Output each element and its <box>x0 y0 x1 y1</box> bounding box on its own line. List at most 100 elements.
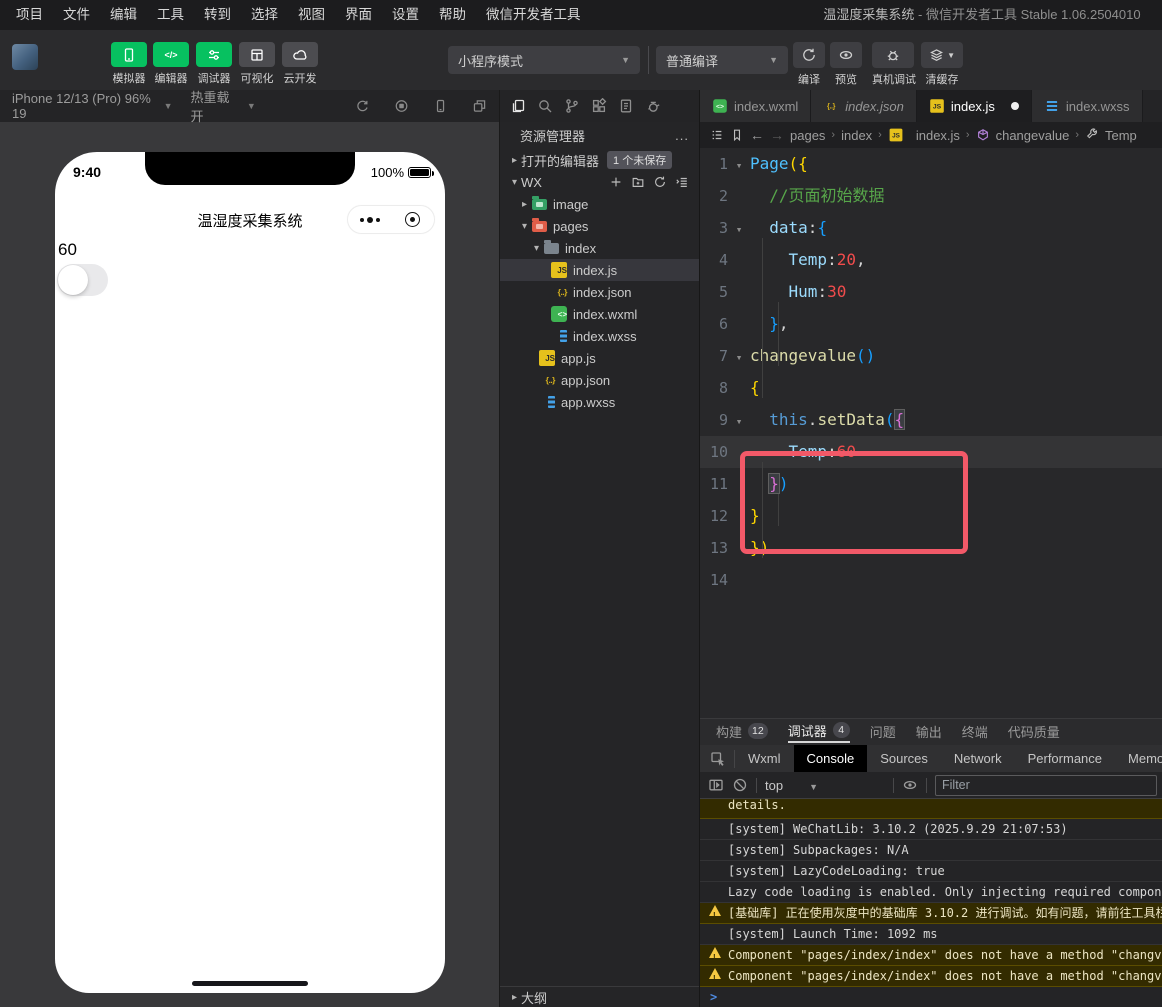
menu-item[interactable]: 界面 <box>335 0 382 30</box>
menu-item[interactable]: 设置 <box>382 0 429 30</box>
fold-chevron-icon[interactable]: ▾ <box>728 342 750 374</box>
menu-item[interactable]: 视图 <box>288 0 335 30</box>
code-line[interactable]: 1▾Page({ <box>700 148 1162 180</box>
console-row[interactable]: Component "pages/index/index" does not h… <box>700 945 1162 966</box>
toggle-switch[interactable] <box>57 264 108 296</box>
tree-item[interactable]: app.json <box>500 369 699 391</box>
code-line[interactable]: 2 //页面初始数据 <box>700 180 1162 212</box>
panel-tab[interactable]: 构建 12 <box>716 719 768 743</box>
panel-tab[interactable]: 输出 <box>916 719 942 743</box>
record-icon[interactable] <box>394 98 409 114</box>
new-folder-icon[interactable] <box>631 175 645 189</box>
console-row[interactable]: Component "pages/index/index" does not h… <box>700 966 1162 987</box>
editor-toggle-button[interactable]: </> 编辑器 <box>152 42 190 86</box>
breadcrumb-file[interactable]: index.js <box>916 128 960 143</box>
compile-button[interactable]: 编译 <box>793 42 825 87</box>
device-select[interactable]: iPhone 12/13 (Pro) 96% 19 <box>12 91 160 121</box>
console-row[interactable]: [system] LazyCodeLoading: true <box>700 861 1162 882</box>
tab-index-json[interactable]: index.json <box>811 90 917 122</box>
code-line[interactable]: 14 <box>700 564 1162 596</box>
multi-window-icon[interactable] <box>472 98 487 114</box>
devtools-tab[interactable]: Sources <box>867 745 941 772</box>
refresh-icon[interactable] <box>653 175 667 189</box>
panel-tab[interactable]: 终端 <box>962 719 988 743</box>
code-line[interactable]: 7▾changevalue() <box>700 340 1162 372</box>
fold-chevron-icon[interactable]: ▾ <box>728 150 750 182</box>
devtools-tab[interactable]: Performance <box>1015 745 1115 772</box>
visualization-toggle-button[interactable]: 可视化 <box>238 42 276 86</box>
console-prompt[interactable]: > <box>700 987 1162 1007</box>
open-editors-section[interactable]: 打开的编辑器 1 个未保存 <box>500 149 699 171</box>
tree-item[interactable]: app.wxss <box>500 391 699 413</box>
debugger-toggle-button[interactable]: 调试器 <box>195 42 233 86</box>
device-frame-icon[interactable] <box>433 98 448 114</box>
preview-button[interactable]: 预览 <box>830 42 862 87</box>
console-row[interactable]: [基础库] 正在使用灰度中的基础库 3.10.2 进行调试。如有问题，请前往工具… <box>700 903 1162 924</box>
fold-chevron-icon[interactable]: ▾ <box>728 214 750 246</box>
code-line[interactable]: 3▾ data:{ <box>700 212 1162 244</box>
tree-item[interactable]: app.js <box>500 347 699 369</box>
outline-section[interactable]: 大纲 <box>500 986 699 1007</box>
eye-icon[interactable] <box>902 777 918 793</box>
hot-reload-toggle[interactable]: 热重载 开 <box>191 87 243 125</box>
console-row[interactable]: [system] Subpackages: N/A <box>700 840 1162 861</box>
nav-back-icon[interactable]: ← <box>750 127 764 143</box>
mode-select[interactable]: 小程序模式 ▼ <box>448 46 640 74</box>
tree-item[interactable]: pages <box>500 215 699 237</box>
tree-item[interactable]: index.wxml <box>500 303 699 325</box>
tab-index-wxml[interactable]: index.wxml <box>700 90 811 122</box>
collapse-all-icon[interactable] <box>675 175 689 189</box>
remote-debug-button[interactable]: 真机调试 <box>872 42 916 87</box>
tree-item[interactable]: index.json <box>500 281 699 303</box>
console-filter-input[interactable] <box>935 775 1157 796</box>
simulator-toggle-button[interactable]: 模拟器 <box>110 42 148 86</box>
git-branch-icon[interactable] <box>564 98 580 114</box>
devtools-tab[interactable]: Memory <box>1115 745 1162 772</box>
panel-tab[interactable]: 调试器 4 <box>788 719 850 743</box>
tree-item[interactable]: index.js <box>500 259 699 281</box>
code-line[interactable]: 5 Hum:30 <box>700 276 1162 308</box>
menu-item[interactable]: 微信开发者工具 <box>476 0 591 30</box>
code-line[interactable]: 8{ <box>700 372 1162 404</box>
clear-console-icon[interactable] <box>732 777 748 793</box>
more-menu-icon[interactable] <box>348 217 391 223</box>
code-area[interactable]: 1▾Page({2 //页面初始数据3▾ data:{4 Temp:20,5 H… <box>700 148 1162 718</box>
close-target-icon[interactable] <box>391 212 434 227</box>
panel-tab[interactable]: 问题 <box>870 719 896 743</box>
more-actions-icon[interactable]: ... <box>675 128 689 143</box>
menu-item[interactable]: 帮助 <box>429 0 476 30</box>
tree-item[interactable]: index.wxss <box>500 325 699 347</box>
menu-item[interactable]: 工具 <box>147 0 194 30</box>
panel-tab[interactable]: 代码质量 <box>1008 719 1060 743</box>
inspect-element-icon[interactable] <box>700 750 735 768</box>
rotate-icon[interactable] <box>355 98 370 114</box>
widgets-icon[interactable] <box>591 98 607 114</box>
menu-item[interactable]: 编辑 <box>100 0 147 30</box>
tab-index-wxss[interactable]: index.wxss <box>1032 90 1143 122</box>
menu-item[interactable]: 转到 <box>194 0 241 30</box>
console-row[interactable]: [system] Launch Time: 1092 ms <box>700 924 1162 945</box>
tree-item[interactable]: index <box>500 237 699 259</box>
sidebar-toggle-icon[interactable] <box>708 777 724 793</box>
breadcrumb-function[interactable]: changevalue <box>996 128 1070 143</box>
new-file-icon[interactable] <box>609 175 623 189</box>
fold-chevron-icon[interactable]: ▾ <box>728 406 750 438</box>
console-row[interactable]: Lazy code loading is enabled. Only injec… <box>700 882 1162 903</box>
teapot-icon[interactable] <box>645 98 661 114</box>
details-file-icon[interactable] <box>618 98 634 114</box>
outline-list-icon[interactable] <box>710 128 724 142</box>
nav-forward-icon[interactable]: → <box>770 127 784 143</box>
console-output[interactable]: details. [system] WeChatLib: 3.10.2 (202… <box>700 799 1162 1007</box>
project-root-wx[interactable]: WX <box>500 171 699 193</box>
breadcrumb-symbol[interactable]: Temp <box>1105 128 1137 143</box>
breadcrumb-pages[interactable]: pages <box>790 128 825 143</box>
context-select[interactable]: top▼ <box>765 778 885 793</box>
tab-index-js[interactable]: index.js <box>917 90 1032 122</box>
cloud-dev-button[interactable]: 云开发 <box>281 42 319 86</box>
code-line[interactable]: 4 Temp:20, <box>700 244 1162 276</box>
menu-item[interactable]: 文件 <box>53 0 100 30</box>
capsule-menu[interactable] <box>347 205 435 234</box>
devtools-tab[interactable]: Console <box>794 745 868 772</box>
menu-item[interactable]: 项目 <box>6 0 53 30</box>
bookmark-icon[interactable] <box>730 128 744 142</box>
